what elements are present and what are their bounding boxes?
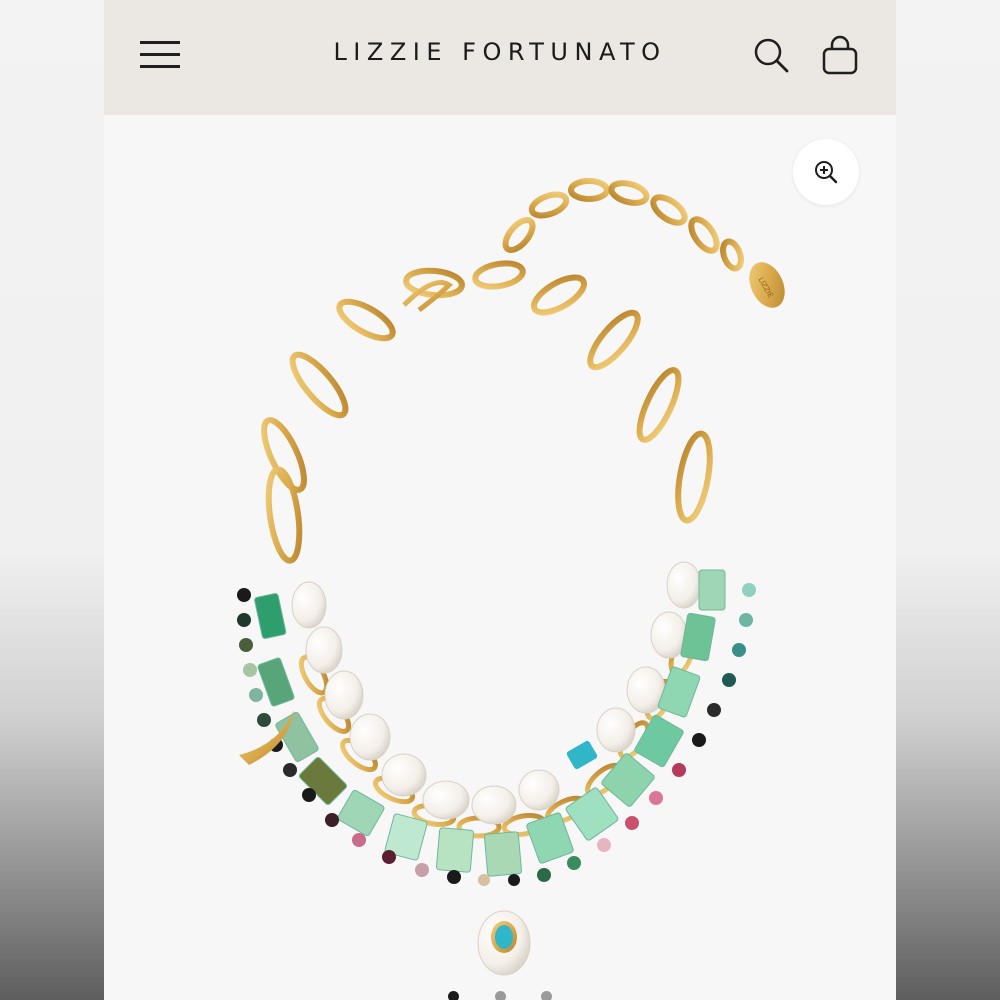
jade-strand [254,569,726,877]
product-image[interactable]: LIZZIE [104,115,896,1000]
carousel-dot-2[interactable] [494,991,506,1000]
carousel-dot-1[interactable] [448,991,460,1000]
app-screen: LIZZIE FORTUNATO LIZZIE [104,0,896,1000]
zoom-button[interactable] [793,139,859,205]
gold-chain [261,178,744,564]
shopping-bag-icon [822,35,858,75]
zoom-in-icon [815,161,838,184]
search-button[interactable] [752,35,792,75]
carousel-dot-3[interactable] [540,991,552,1000]
background-right [896,0,1000,1000]
carousel-indicators [104,987,896,1000]
background-left [0,0,104,1000]
cart-button[interactable] [820,35,860,77]
search-icon [754,38,789,73]
necklace-image: LIZZIE [237,178,785,976]
pearl-pendant [477,885,531,976]
site-header: LIZZIE FORTUNATO [104,0,896,115]
